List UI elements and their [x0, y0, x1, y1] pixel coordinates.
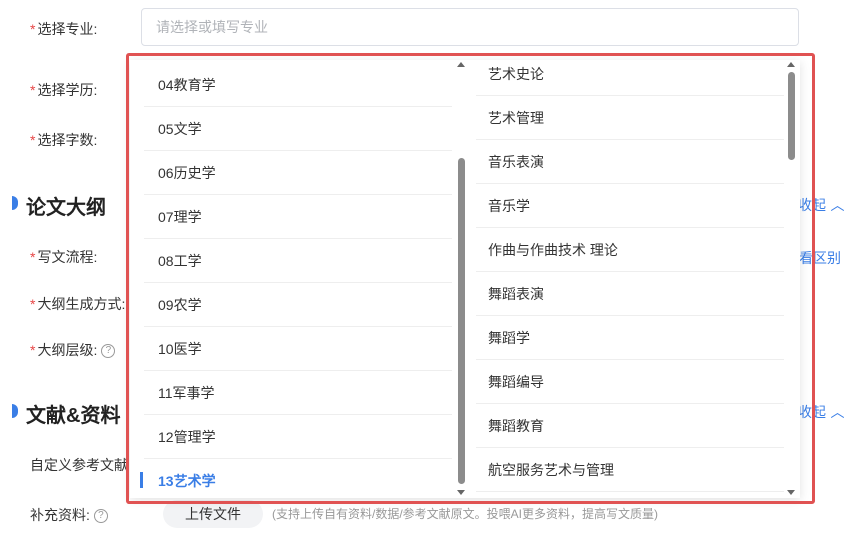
supplement-label: 补充资料:? — [30, 505, 108, 525]
major-label: * 选择专业: — [30, 21, 98, 37]
upload-hint: (支持上传自有资料/数据/参考文献原文。投喂AI更多资料，提高写文质量) — [272, 507, 659, 521]
upload-file-button[interactable]: 上传文件 — [163, 500, 263, 528]
chevron-up-icon: ︿ — [830, 197, 845, 213]
category-option[interactable]: 05文学 — [144, 107, 452, 151]
help-icon[interactable]: ? — [93, 509, 108, 524]
subject-scrollbar[interactable] — [786, 60, 796, 498]
section-marker — [12, 196, 18, 210]
compare-difference-link[interactable]: 看区别 — [799, 248, 841, 268]
category-option[interactable]: 06历史学 — [144, 151, 452, 195]
subject-option[interactable]: 艺术史论 — [476, 60, 784, 96]
outline-section-title: 论文大纲 — [26, 197, 106, 219]
subject-option[interactable]: 音乐学 — [476, 184, 784, 228]
category-option[interactable]: 08工学 — [144, 239, 452, 283]
scroll-down-arrow-icon[interactable] — [787, 490, 795, 495]
refs-section-title: 文献&资料 — [26, 405, 121, 427]
category-scrollbar[interactable] — [456, 60, 466, 498]
subject-scrollbar-thumb[interactable] — [788, 72, 795, 160]
category-option[interactable]: 12管理学 — [144, 415, 452, 459]
category-scrollbar-thumb[interactable] — [458, 158, 465, 484]
category-option[interactable]: 11军事学 — [144, 371, 452, 415]
process-label: * 写文流程: — [30, 249, 98, 265]
degree-label: * 选择学历: — [30, 82, 98, 98]
subject-option[interactable]: 艺术管理 — [476, 96, 784, 140]
category-option[interactable]: 04教育学 — [144, 63, 452, 107]
subject-option[interactable]: 航空服务艺术与管理 — [476, 448, 784, 492]
active-indicator — [140, 472, 143, 488]
subject-option[interactable]: 舞蹈编导 — [476, 360, 784, 404]
category-option[interactable]: 10医学 — [144, 327, 452, 371]
major-input[interactable]: 请选择或填写专业 — [141, 8, 799, 46]
scroll-down-arrow-icon[interactable] — [457, 490, 465, 495]
section-marker — [12, 404, 18, 418]
subject-option[interactable]: 音乐表演 — [476, 140, 784, 184]
subject-option[interactable]: 舞蹈表演 — [476, 272, 784, 316]
refs-collapse-toggle[interactable]: 收起 ︿ — [798, 402, 844, 422]
outline-method-label: * 大纲生成方式: — [30, 296, 126, 312]
wordcount-label: * 选择字数: — [30, 132, 98, 148]
major-cascader-dropdown: 04教育学 05文学 06历史学 07理学 08工学 09农学 10医学 11军… — [130, 60, 800, 498]
subject-option[interactable]: 舞蹈教育 — [476, 404, 784, 448]
chevron-up-icon: ︿ — [830, 404, 845, 420]
custom-refs-label: 自定义参考文献（ — [30, 457, 142, 473]
category-option[interactable]: 09农学 — [144, 283, 452, 327]
category-option[interactable]: 07理学 — [144, 195, 452, 239]
category-option-selected[interactable]: 13艺术学 — [144, 459, 452, 498]
scroll-up-arrow-icon[interactable] — [457, 62, 465, 67]
outline-collapse-toggle[interactable]: 收起 ︿ — [798, 195, 844, 215]
category-column: 04教育学 05文学 06历史学 07理学 08工学 09农学 10医学 11军… — [130, 60, 466, 498]
subject-column: 艺术史论 艺术管理 音乐表演 音乐学 作曲与作曲技术 理论 舞蹈表演 舞蹈学 舞… — [470, 60, 800, 498]
scroll-up-arrow-icon[interactable] — [787, 62, 795, 67]
help-icon[interactable]: ? — [101, 344, 116, 359]
subject-option[interactable]: 作曲与作曲技术 理论 — [476, 228, 784, 272]
subject-option[interactable]: 舞蹈学 — [476, 316, 784, 360]
outline-level-label: * 大纲层级:? — [30, 340, 116, 360]
